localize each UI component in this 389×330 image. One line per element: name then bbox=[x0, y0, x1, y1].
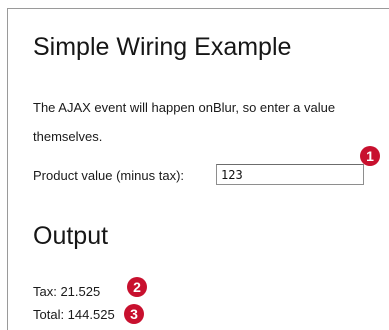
product-value-label: Product value (minus tax): bbox=[33, 168, 185, 183]
page-title: Simple Wiring Example bbox=[33, 33, 292, 61]
callout-marker-1: 1 bbox=[360, 146, 380, 166]
output-heading: Output bbox=[33, 222, 109, 250]
product-value-input[interactable] bbox=[216, 164, 364, 185]
intro-text: The AJAX event will happen onBlur, so en… bbox=[33, 93, 383, 151]
intro-line-2: themselves. bbox=[33, 129, 103, 144]
total-result: Total: 144.525 bbox=[33, 307, 115, 322]
tax-result: Tax: 21.525 bbox=[33, 284, 101, 299]
callout-marker-3: 3 bbox=[124, 304, 144, 324]
callout-marker-2: 2 bbox=[127, 277, 147, 297]
intro-line-1: The AJAX event will happen onBlur, so en… bbox=[33, 100, 336, 115]
